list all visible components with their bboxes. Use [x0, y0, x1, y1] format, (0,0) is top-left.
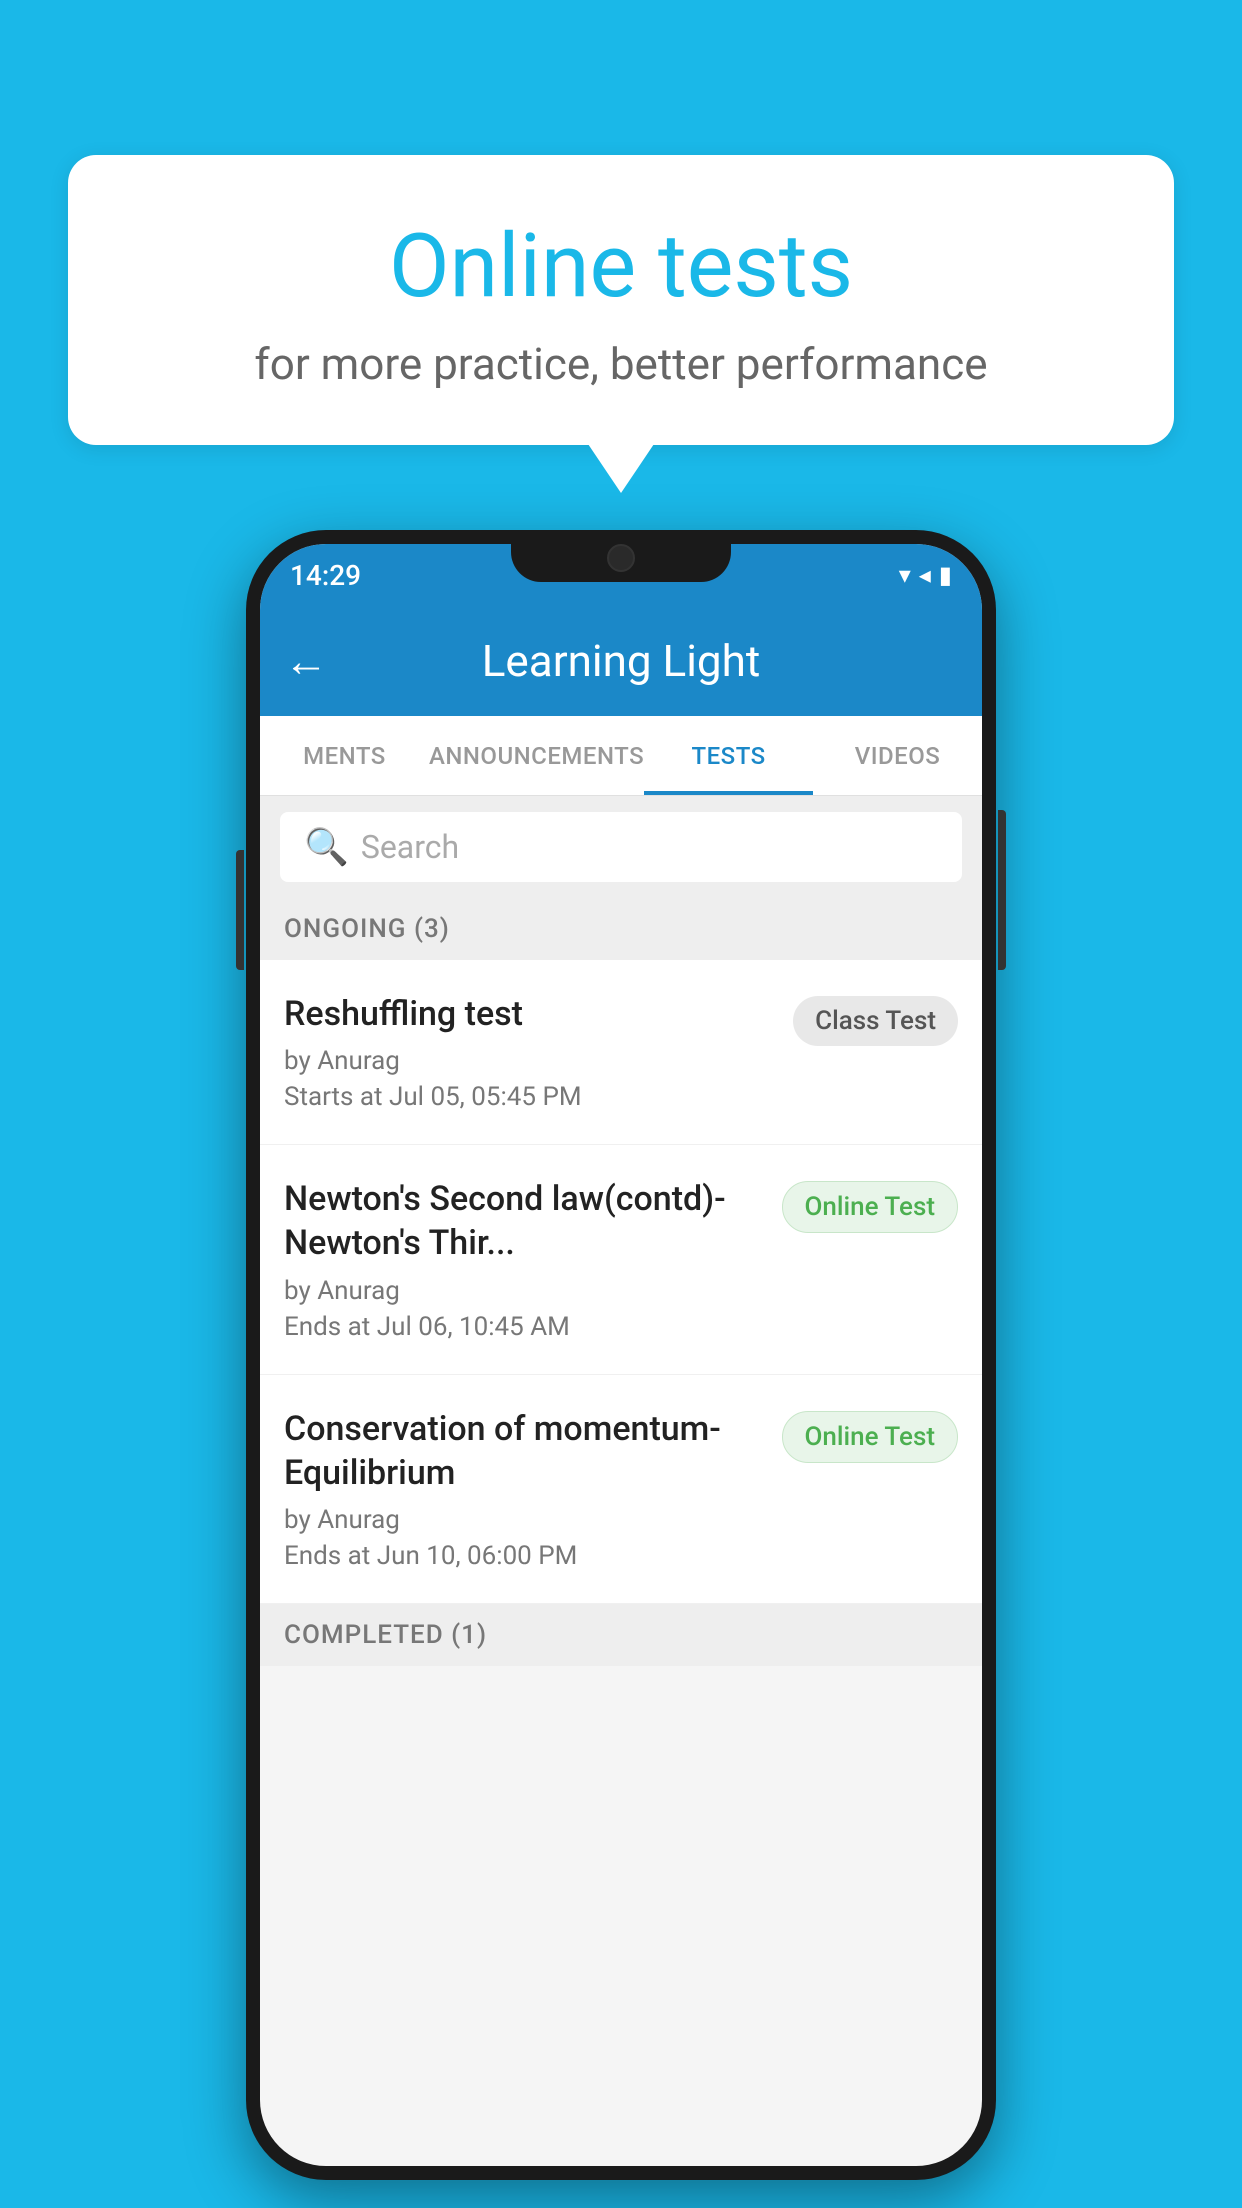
phone-camera [607, 544, 635, 572]
test-name-reshuffling: Reshuffling test [284, 992, 777, 1036]
test-badge-newton: Online Test [782, 1181, 959, 1233]
battery-icon: ▮ [939, 561, 952, 589]
tab-tests[interactable]: TESTS [644, 716, 813, 795]
test-time-conservation: Ends at Jun 10, 06:00 PM [284, 1541, 766, 1571]
speech-bubble-title: Online tests [118, 215, 1124, 318]
test-time-newton: Ends at Jul 06, 10:45 AM [284, 1312, 766, 1342]
test-badge-reshuffling: Class Test [793, 996, 958, 1046]
tab-ments[interactable]: MENTS [260, 716, 429, 795]
test-author-conservation: by Anurag [284, 1505, 766, 1535]
test-info-reshuffling: Reshuffling test by Anurag Starts at Jul… [284, 992, 777, 1112]
app-bar: ← Learning Light [260, 606, 982, 716]
signal-icon: ◂ [919, 561, 931, 589]
status-time: 14:29 [290, 559, 361, 592]
test-item-newton[interactable]: Newton's Second law(contd)-Newton's Thir… [260, 1145, 982, 1374]
speech-bubble-container: Online tests for more practice, better p… [68, 155, 1174, 445]
phone-outer: 14:29 ▾ ◂ ▮ ← Learning Light MENTS ANNOU… [246, 530, 996, 2180]
phone-screen: 14:29 ▾ ◂ ▮ ← Learning Light MENTS ANNOU… [260, 544, 982, 2166]
test-info-conservation: Conservation of momentum-Equilibrium by … [284, 1407, 766, 1571]
app-title: Learning Light [348, 635, 894, 687]
search-placeholder: Search [361, 828, 459, 866]
search-container: 🔍 Search [260, 796, 982, 898]
completed-section-header: COMPLETED (1) [260, 1604, 982, 1666]
phone-button-right [998, 810, 1006, 970]
test-time-reshuffling: Starts at Jul 05, 05:45 PM [284, 1082, 777, 1112]
tabs-bar: MENTS ANNOUNCEMENTS TESTS VIDEOS [260, 716, 982, 796]
status-icons: ▾ ◂ ▮ [899, 561, 952, 589]
back-button[interactable]: ← [284, 635, 328, 687]
search-bar[interactable]: 🔍 Search [280, 812, 962, 882]
test-author-reshuffling: by Anurag [284, 1046, 777, 1076]
speech-bubble: Online tests for more practice, better p… [68, 155, 1174, 445]
wifi-icon: ▾ [899, 561, 911, 589]
phone-notch [511, 530, 731, 582]
speech-bubble-subtitle: for more practice, better performance [118, 338, 1124, 390]
test-info-newton: Newton's Second law(contd)-Newton's Thir… [284, 1177, 766, 1341]
ongoing-section-header: ONGOING (3) [260, 898, 982, 960]
test-item-reshuffling[interactable]: Reshuffling test by Anurag Starts at Jul… [260, 960, 982, 1145]
phone-button-left [236, 850, 244, 970]
search-icon: 🔍 [304, 826, 349, 868]
test-author-newton: by Anurag [284, 1276, 766, 1306]
tab-videos[interactable]: VIDEOS [813, 716, 982, 795]
test-list: Reshuffling test by Anurag Starts at Jul… [260, 960, 982, 1666]
tab-announcements[interactable]: ANNOUNCEMENTS [429, 716, 644, 795]
test-name-conservation: Conservation of momentum-Equilibrium [284, 1407, 766, 1495]
phone-container: 14:29 ▾ ◂ ▮ ← Learning Light MENTS ANNOU… [246, 530, 996, 2180]
screen-content: 🔍 Search ONGOING (3) Reshuffling test by… [260, 796, 982, 2166]
test-item-conservation[interactable]: Conservation of momentum-Equilibrium by … [260, 1375, 982, 1604]
test-name-newton: Newton's Second law(contd)-Newton's Thir… [284, 1177, 766, 1265]
test-badge-conservation: Online Test [782, 1411, 959, 1463]
